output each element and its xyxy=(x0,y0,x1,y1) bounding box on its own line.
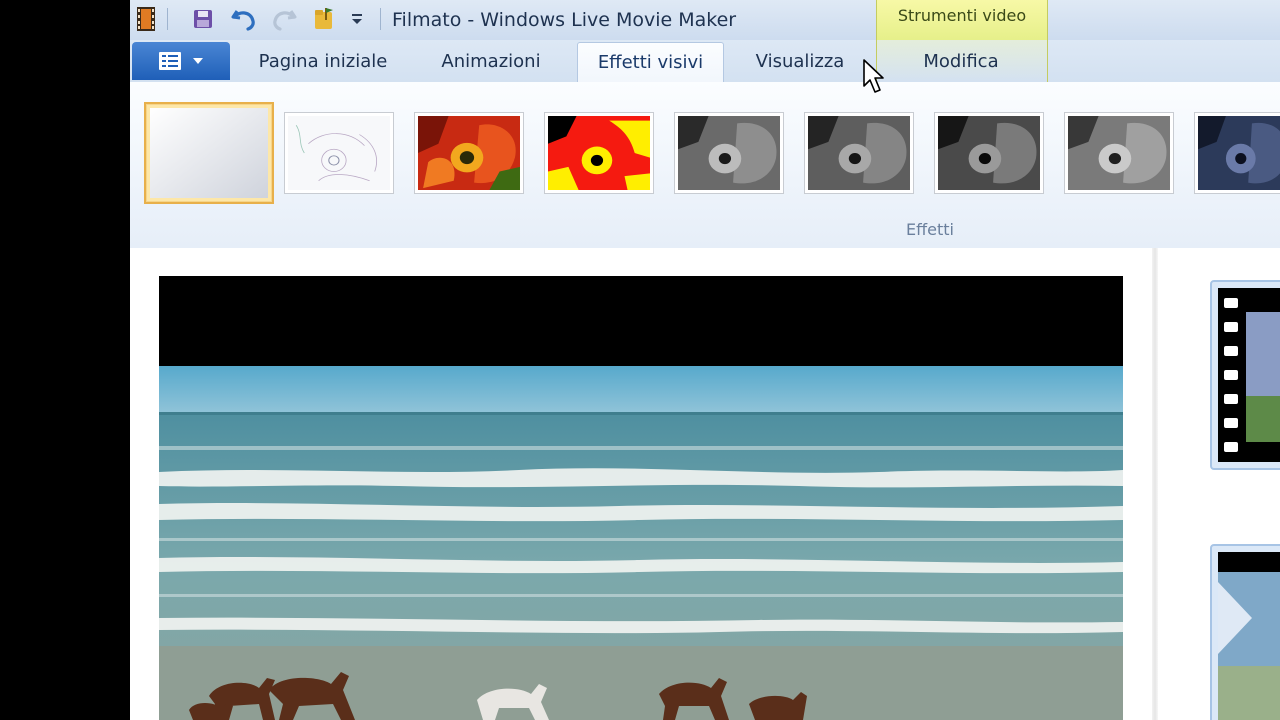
effect-threshold[interactable] xyxy=(544,112,654,194)
tab-visualizza[interactable]: Visualizza xyxy=(730,42,870,82)
movie-maker-window: Filmato - Windows Live Movie Maker Strum… xyxy=(130,0,1280,720)
effect-black-white-contrast[interactable] xyxy=(934,112,1044,194)
title-bar: Filmato - Windows Live Movie Maker Strum… xyxy=(130,0,1280,40)
redo-icon xyxy=(270,5,298,33)
cyan-tone-thumbnail xyxy=(1198,116,1280,190)
effect-posterize[interactable] xyxy=(414,112,524,194)
app-menu-icon xyxy=(159,52,181,70)
storyboard-clip-2[interactable] xyxy=(1210,544,1280,720)
effect-no-effect[interactable] xyxy=(144,102,274,204)
storyboard-clip-1[interactable] xyxy=(1210,280,1280,470)
quick-access-separator xyxy=(167,8,168,30)
video-preview[interactable] xyxy=(159,276,1123,720)
chevron-down-icon xyxy=(193,58,203,64)
effect-cyan-tone[interactable] xyxy=(1194,112,1280,194)
save-icon[interactable] xyxy=(190,5,216,33)
black-white-filter-thumbnail xyxy=(808,116,910,190)
grayscale-thumbnail xyxy=(678,116,780,190)
ribbon-group-label: Effetti xyxy=(906,220,954,239)
effect-edge-detection[interactable] xyxy=(284,112,394,194)
sepia-gray-thumbnail xyxy=(1068,116,1170,190)
effect-black-white-filter[interactable] xyxy=(804,112,914,194)
title-separator xyxy=(380,8,381,30)
undo-icon[interactable] xyxy=(230,5,258,33)
beach-horses-frame xyxy=(159,276,1123,720)
application-menu-button[interactable] xyxy=(132,42,230,80)
customize-quick-access-icon[interactable] xyxy=(346,5,368,33)
tab-effetti-visivi[interactable]: Effetti visivi xyxy=(577,42,724,84)
mouse-cursor-icon xyxy=(862,58,886,98)
effect-grayscale[interactable] xyxy=(674,112,784,194)
threshold-thumbnail xyxy=(548,116,650,190)
transition-clip-thumbnail xyxy=(1218,552,1280,720)
effect-sepia-gray[interactable] xyxy=(1064,112,1174,194)
window-title: Filmato - Windows Live Movie Maker xyxy=(392,9,737,31)
black-white-contrast-thumbnail xyxy=(938,116,1040,190)
film-app-icon[interactable] xyxy=(134,5,158,33)
folder-flag-icon[interactable] xyxy=(310,5,338,33)
pane-divider[interactable] xyxy=(1152,248,1158,720)
contextual-tab-group: Strumenti video xyxy=(876,0,1048,40)
ribbon-panel: Effetti xyxy=(130,82,1280,249)
tab-modifica[interactable]: Modifica xyxy=(886,42,1036,82)
ribbon-tab-row: Pagina iniziale Animazioni Effetti visiv… xyxy=(130,40,1280,84)
edge-detection-thumbnail xyxy=(288,116,390,190)
film-strip-clip-thumbnail xyxy=(1218,288,1280,462)
tab-pagina-iniziale[interactable]: Pagina iniziale xyxy=(240,42,406,82)
contextual-tab-group-label: Strumenti video xyxy=(897,6,1027,25)
main-area xyxy=(130,248,1280,720)
no-effect-thumbnail xyxy=(150,108,268,198)
tab-animazioni[interactable]: Animazioni xyxy=(416,42,566,82)
posterize-thumbnail xyxy=(418,116,520,190)
